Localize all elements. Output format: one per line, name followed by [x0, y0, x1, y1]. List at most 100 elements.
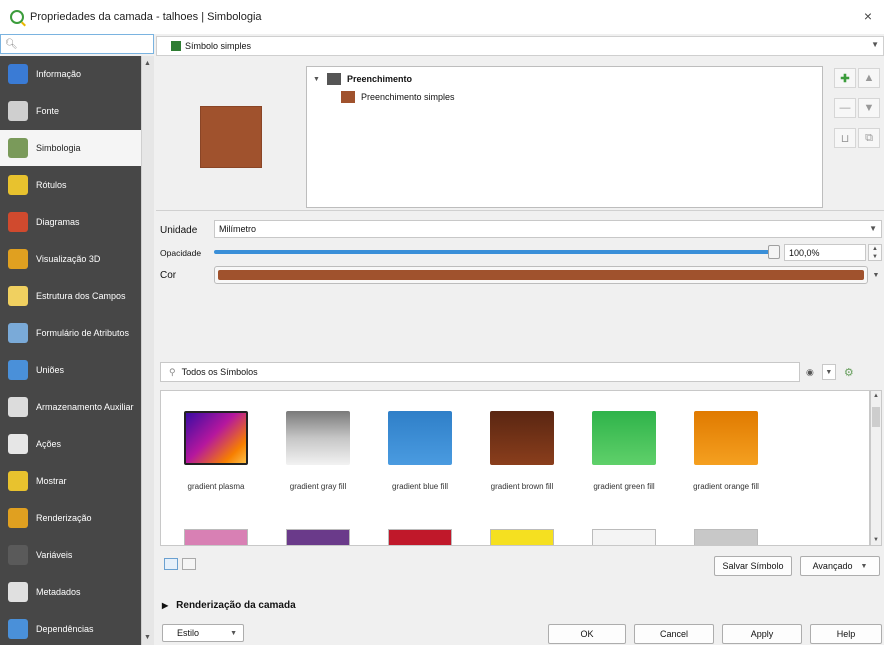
- dependencies-icon: [8, 619, 28, 639]
- apply-button[interactable]: Apply: [722, 624, 802, 644]
- style-manager-icon[interactable]: ⚙: [844, 366, 854, 379]
- tree-row-simple-fill[interactable]: Preenchimento simples: [337, 89, 455, 105]
- symbol-library-grid: gradient plasma gradient gray fill gradien…: [160, 390, 870, 546]
- sidebar-item-14[interactable]: Metadados: [0, 574, 141, 610]
- close-icon[interactable]: ×: [864, 8, 872, 24]
- cancel-button[interactable]: Cancel: [634, 624, 714, 644]
- symbol-name: gradient blue fill: [391, 482, 449, 491]
- sidebar-item-6[interactable]: Estrutura dos Campos: [0, 278, 141, 314]
- library-symbol-item[interactable]: gradient brown fill: [477, 411, 567, 492]
- sidebar-item-4[interactable]: Diagramas: [0, 204, 141, 240]
- opacity-value-field[interactable]: 100,0%: [784, 244, 866, 261]
- sidebar-item-label: Informação: [36, 68, 82, 79]
- library-symbol-item[interactable]: gradient plasma: [171, 411, 261, 492]
- list-view-button[interactable]: [182, 558, 196, 570]
- symbol-type-select[interactable]: Símbolo simples ▼: [156, 36, 884, 56]
- style-button[interactable]: Estilo ▼: [162, 624, 244, 642]
- opacity-spin-buttons[interactable]: ▲ ▼: [868, 244, 882, 261]
- chevron-down-icon[interactable]: ▼: [821, 364, 836, 380]
- library-controls: ◉ ▼ ⚙: [806, 364, 854, 380]
- opacity-slider-handle[interactable]: [768, 245, 780, 259]
- ok-button[interactable]: OK: [548, 624, 626, 644]
- library-symbol-item[interactable]: [184, 529, 248, 545]
- filter-icon[interactable]: ◉: [806, 367, 814, 378]
- library-symbol-item[interactable]: gradient gray fill: [273, 411, 363, 492]
- save-symbol-button[interactable]: Salvar Símbolo: [714, 556, 792, 576]
- move-up-button[interactable]: ▲: [858, 68, 880, 88]
- speech-bubble-icon: [8, 471, 28, 491]
- sidebar-item-12[interactable]: Renderização: [0, 500, 141, 536]
- title-bar: Propriedades da camada - talhoes | Simbo…: [0, 0, 884, 34]
- lock-layer-button[interactable]: ⊔: [834, 128, 856, 148]
- symbol-type-label: Símbolo simples: [185, 41, 252, 51]
- symbol-swatch: [286, 411, 350, 465]
- sidebar-item-8[interactable]: Uniões: [0, 352, 141, 388]
- icon-view-button[interactable]: [164, 558, 178, 570]
- search-icon: ⚲: [169, 366, 176, 377]
- arrow-up-icon: ▲: [863, 72, 875, 84]
- sidebar-item-1[interactable]: Fonte: [0, 93, 141, 129]
- sidebar-search-input[interactable]: 🔍︎: [0, 34, 154, 54]
- sidebar-item-9[interactable]: Armazenamento Auxiliar: [0, 389, 141, 425]
- scroll-thumb[interactable]: [872, 407, 880, 427]
- library-symbol-item[interactable]: gradient blue fill: [375, 411, 465, 492]
- library-symbol-item[interactable]: gradient orange fill: [681, 411, 771, 492]
- sidebar-item-3[interactable]: Rótulos: [0, 167, 141, 203]
- scroll-up-icon[interactable]: ▲: [144, 60, 151, 67]
- search-icon: 🔍︎: [5, 38, 18, 50]
- ok-label: OK: [580, 629, 594, 639]
- sidebar-item-5[interactable]: Visualização 3D: [0, 241, 141, 277]
- layer-rendering-section[interactable]: ▶ Renderização da camada: [162, 600, 296, 611]
- symbol-name: gradient gray fill: [289, 482, 347, 491]
- lock-icon: ⊔: [840, 132, 850, 145]
- library-symbol-item[interactable]: [694, 529, 758, 545]
- sidebar-item-label: Armazenamento Auxiliar: [36, 401, 134, 412]
- sidebar-item-15[interactable]: Dependências: [0, 611, 141, 645]
- help-button[interactable]: Help: [810, 624, 882, 644]
- sidebar-item-label: Uniões: [36, 364, 65, 375]
- move-down-button[interactable]: ▼: [858, 98, 880, 118]
- library-symbol-item[interactable]: [592, 529, 656, 545]
- collapse-icon[interactable]: ▼: [313, 76, 323, 83]
- library-scrollbar[interactable]: ▲ ▼: [870, 390, 882, 546]
- symbol-library-search[interactable]: ⚲ Todos os Símbolos: [160, 362, 800, 382]
- expand-icon[interactable]: ▶: [162, 601, 168, 610]
- color-button[interactable]: [214, 266, 868, 284]
- sidebar-scrollbar[interactable]: ▲ ▼: [141, 56, 154, 645]
- sidebar-item-label: Renderização: [36, 512, 92, 523]
- remove-layer-button[interactable]: —: [834, 98, 856, 118]
- symbol-name: gradient plasma: [187, 482, 245, 491]
- library-symbol-item[interactable]: gradient green fill: [579, 411, 669, 492]
- sidebar-item-2[interactable]: Simbologia: [0, 130, 141, 166]
- sidebar-item-label: Ações: [36, 438, 62, 449]
- sidebar-item-11[interactable]: Mostrar: [0, 463, 141, 499]
- sidebar-item-label: Variáveis: [36, 549, 73, 560]
- scroll-down-icon[interactable]: ▼: [873, 537, 879, 543]
- scroll-up-icon[interactable]: ▲: [873, 393, 879, 399]
- symbol-preview: [200, 106, 262, 168]
- info-icon: [8, 64, 28, 84]
- add-layer-button[interactable]: ✚: [834, 68, 856, 88]
- library-symbol-item[interactable]: [388, 529, 452, 545]
- advanced-button[interactable]: Avançado ▼: [800, 556, 880, 576]
- sidebar-item-0[interactable]: Informação: [0, 56, 141, 92]
- tree-row-fill[interactable]: ▼ Preenchimento: [313, 71, 412, 87]
- symbol-layer-tree[interactable]: ▼ Preenchimento Preenchimento simples: [306, 66, 823, 208]
- sidebar-item-7[interactable]: Formulário de Atributos: [0, 315, 141, 351]
- duplicate-layer-button[interactable]: ⧉: [858, 128, 880, 148]
- simple-symbol-icon: [171, 41, 181, 51]
- render-section-label: Renderização da camada: [176, 600, 296, 611]
- sidebar-item-13[interactable]: Variáveis: [0, 537, 141, 573]
- source-icon: [8, 101, 28, 121]
- opacity-slider[interactable]: [214, 245, 780, 259]
- unit-select[interactable]: Milímetro ▼: [214, 220, 882, 238]
- library-symbol-item[interactable]: [286, 529, 350, 545]
- color-dropdown-icon[interactable]: ▼: [870, 266, 882, 284]
- opacity-label: Opacidade: [160, 248, 202, 258]
- library-symbol-item[interactable]: [490, 529, 554, 545]
- chevron-down-icon: ▼: [230, 629, 237, 637]
- color-label: Cor: [160, 270, 177, 281]
- scroll-down-icon[interactable]: ▼: [144, 634, 151, 641]
- sidebar-item-10[interactable]: Ações: [0, 426, 141, 462]
- gear-icon: [8, 434, 28, 454]
